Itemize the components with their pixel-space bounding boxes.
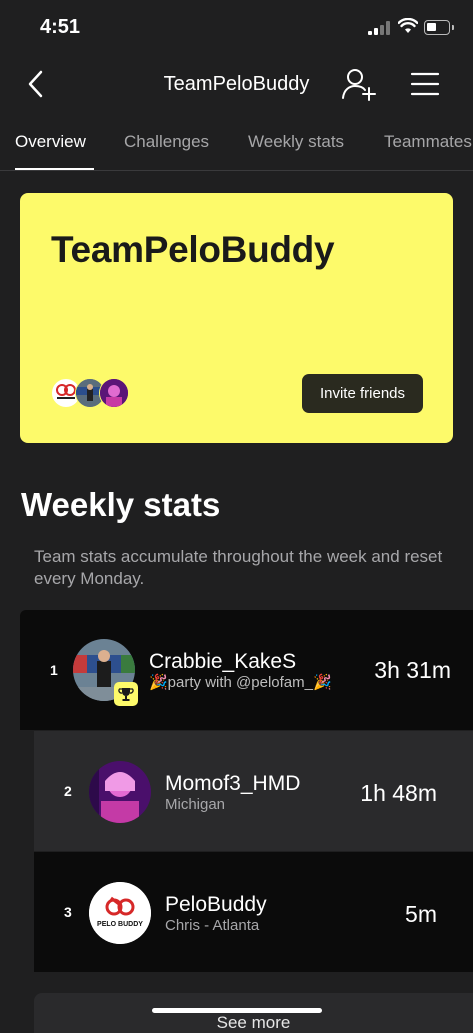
leaderboard-row[interactable]: 2 Momof3_HMD Michigan 1h 48m: [34, 731, 473, 851]
home-indicator: [152, 1008, 322, 1013]
avatar-momof3-mini: [99, 378, 129, 408]
user-time: 3h 31m: [374, 657, 451, 683]
user-name: PeloBuddy: [165, 893, 267, 916]
tab-teammates[interactable]: Teammates: [384, 132, 472, 152]
tab-bar: Overview Challenges Weekly stats Teammat…: [0, 118, 473, 171]
nav-title: TeamPeloBuddy: [163, 73, 310, 95]
active-tab-indicator: [15, 168, 94, 170]
tab-weekly-stats[interactable]: Weekly stats: [248, 132, 344, 152]
rank-number: 1: [50, 662, 58, 678]
user-subtitle: Michigan: [165, 796, 226, 813]
leaderboard-row[interactable]: 1 Crabbie_KakeS 🎉party with @pelofam_🎉 3…: [20, 610, 473, 730]
leaderboard-row[interactable]: 3 PELO BUDDY PeloBuddy Chris - Atlanta 5…: [34, 852, 473, 972]
user-time: 1h 48m: [360, 780, 437, 806]
rank-number: 3: [64, 904, 72, 920]
hamburger-menu-icon[interactable]: [410, 70, 440, 98]
status-bar: 4:51: [0, 0, 473, 56]
battery-icon: [424, 20, 450, 35]
trophy-icon: [114, 682, 138, 706]
invite-friends-button[interactable]: Invite friends: [302, 374, 423, 413]
status-time: 4:51: [40, 16, 81, 38]
user-subtitle: 🎉party with @pelofam_🎉: [149, 674, 332, 691]
rank-number: 2: [64, 783, 72, 799]
team-hero-card: TeamPeloBuddy Invite friends: [20, 193, 453, 443]
tab-overview[interactable]: Overview: [15, 132, 86, 152]
tab-challenges[interactable]: Challenges: [124, 132, 209, 152]
cellular-signal-icon: [368, 21, 390, 35]
nav-bar: TeamPeloBuddy: [0, 56, 473, 112]
weekly-stats-heading: Weekly stats: [21, 486, 221, 523]
logo-text: PELO BUDDY: [97, 921, 143, 928]
wifi-icon: [398, 18, 418, 33]
user-time: 5m: [405, 901, 437, 927]
user-name: Momof3_HMD: [165, 772, 301, 795]
user-name: Crabbie_KakeS: [149, 650, 297, 673]
pelobuddy-logo-avatar: PELO BUDDY: [89, 882, 151, 944]
user-subtitle: Chris - Atlanta: [165, 917, 260, 934]
add-user-icon[interactable]: [340, 66, 378, 102]
see-more-label: See more: [216, 1013, 291, 1032]
weekly-stats-description: Team stats accumulate throughout the wee…: [34, 547, 443, 588]
avatar: [89, 761, 151, 823]
see-more-button[interactable]: See more: [34, 993, 473, 1033]
team-title: TeamPeloBuddy: [51, 229, 335, 270]
